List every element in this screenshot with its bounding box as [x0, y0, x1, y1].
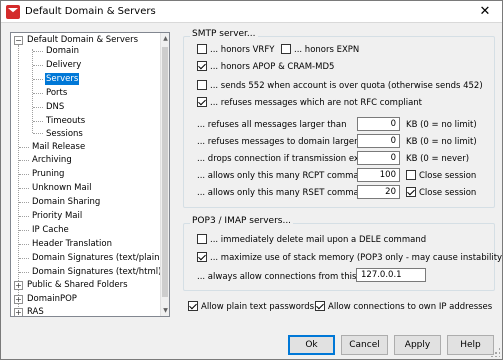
tree-item-delivery[interactable]: Delivery — [45, 59, 82, 71]
rset-close-session-label: Close session — [419, 188, 477, 198]
tree-item-timeouts[interactable]: Timeouts — [45, 115, 86, 127]
title-bar: Default Domain & Servers ✕ — [1, 1, 502, 23]
tree-item-mail-release[interactable]: Mail Release — [31, 141, 86, 153]
tree-item-ras[interactable]: RAS — [26, 306, 45, 316]
refuse-larger-input[interactable]: 0 — [357, 117, 400, 131]
drops-connection-label: ... drops connection if transmission exc… — [197, 154, 384, 164]
checkbox-box[interactable] — [188, 301, 198, 311]
rset-close-session-checkbox[interactable]: Close session — [406, 187, 476, 199]
apply-button[interactable]: Apply — [394, 335, 441, 355]
checkbox-box[interactable] — [197, 252, 207, 262]
rcpt-commands-input[interactable]: 100 — [357, 168, 400, 182]
tree-item-ports[interactable]: Ports — [45, 87, 68, 99]
scroll-down-icon[interactable]: ▼ — [161, 305, 169, 316]
tree-item-sessions[interactable]: Sessions — [45, 128, 84, 140]
tree-item-archiving[interactable]: Archiving — [31, 154, 73, 166]
pop-group-title: POP3 / IMAP servers... — [190, 216, 294, 226]
drops-connection-unit: KB (0 = never) — [406, 154, 470, 164]
tree-item-pruning[interactable]: Pruning — [31, 168, 65, 180]
own-ip-checkbox[interactable]: Allow connections to own IP addresses — [315, 301, 492, 313]
settings-tree[interactable]: − Default Domain & Servers Domain Delive… — [10, 32, 170, 317]
tree-item-domainpop[interactable]: DomainPOP — [26, 293, 78, 305]
refuse-larger-label: ... refuses all messages larger than — [197, 120, 347, 130]
checkbox-box[interactable] — [406, 170, 416, 180]
delete-dele-label: ... immediately delete mail upon a DELE … — [210, 235, 427, 245]
honors-expn-checkbox[interactable]: ... honors EXPN — [281, 44, 359, 56]
tree-item-priority-mail[interactable]: Priority Mail — [31, 210, 83, 222]
sends-552-checkbox[interactable]: ... sends 552 when account is over quota… — [197, 80, 483, 92]
expand-icon[interactable]: + — [14, 308, 23, 316]
honors-vrfy-label: ... honors VRFY — [210, 45, 275, 55]
cancel-button[interactable]: Cancel — [341, 335, 388, 355]
stack-memory-checkbox[interactable]: ... maximize use of stack memory (POP3 o… — [197, 252, 503, 264]
refuse-domain-larger-label: ... refuses messages to domain larger th… — [197, 137, 380, 147]
stack-memory-label: ... maximize use of stack memory (POP3 o… — [210, 253, 503, 263]
refuses-rfc-label: ... refuses messages which are not RFC c… — [210, 98, 423, 108]
tree-item-servers[interactable]: Servers — [45, 73, 80, 85]
tree-item-domain-signatures-plain[interactable]: Domain Signatures (text/plain) — [31, 252, 164, 264]
tree-item-header-translation[interactable]: Header Translation — [31, 238, 113, 250]
tree-item-default-domain[interactable]: Default Domain & Servers — [26, 34, 139, 46]
tree-item-domain[interactable]: Domain — [45, 45, 80, 57]
refuse-domain-larger-unit: KB (0 = no limit) — [406, 137, 477, 147]
rcpt-close-session-label: Close session — [419, 171, 477, 181]
expand-icon[interactable]: + — [14, 281, 23, 290]
smtp-group-title: SMTP server... — [190, 29, 258, 39]
honors-expn-label: ... honors EXPN — [294, 45, 360, 55]
collapse-icon[interactable]: − — [14, 36, 23, 45]
delete-dele-checkbox[interactable]: ... immediately delete mail upon a DELE … — [197, 234, 426, 246]
scroll-up-icon[interactable]: ▲ — [161, 33, 169, 44]
checkbox-box[interactable] — [315, 301, 325, 311]
rcpt-close-session-checkbox[interactable]: Close session — [406, 170, 476, 182]
drops-connection-input[interactable]: 0 — [357, 151, 400, 165]
own-ip-label: Allow connections to own IP addresses — [328, 302, 493, 312]
always-allow-label: ... always allow connections from this I… — [197, 272, 367, 282]
tree-scrollbar[interactable]: ▲ ▼ — [160, 33, 169, 316]
refuse-domain-larger-input[interactable]: 0 — [357, 134, 400, 148]
always-allow-ip-input[interactable]: 127.0.0.1 — [356, 268, 426, 282]
tree-item-domain-signatures-html[interactable]: Domain Signatures (text/html) — [31, 266, 162, 278]
checkbox-box[interactable] — [197, 234, 207, 244]
ok-button[interactable]: Ok — [288, 335, 335, 355]
rset-commands-label: ... allows only this many RSET commands — [197, 188, 374, 198]
dialog-window: Default Domain & Servers ✕ − Default Dom… — [0, 0, 503, 360]
checkbox-box[interactable] — [197, 97, 207, 107]
tree-item-domain-sharing[interactable]: Domain Sharing — [31, 196, 101, 208]
honors-vrfy-checkbox[interactable]: ... honors VRFY — [197, 44, 274, 56]
honors-apop-label: ... honors APOP & CRAM-MD5 — [210, 62, 335, 72]
tree-item-dns[interactable]: DNS — [45, 101, 65, 113]
rcpt-commands-label: ... allows only this many RCPT commands — [197, 171, 374, 181]
rset-commands-input[interactable]: 20 — [357, 185, 400, 199]
checkbox-box[interactable] — [406, 187, 416, 197]
expand-icon[interactable]: + — [14, 295, 23, 304]
honors-apop-checkbox[interactable]: ... honors APOP & CRAM-MD5 — [197, 61, 334, 73]
checkbox-box[interactable] — [197, 44, 207, 54]
mdaemon-app-icon — [6, 5, 20, 19]
checkbox-box[interactable] — [197, 80, 207, 90]
checkbox-box[interactable] — [197, 61, 207, 71]
refuse-larger-unit: KB (0 = no limit) — [406, 120, 477, 130]
plain-text-passwords-label: Allow plain text passwords — [201, 302, 315, 312]
checkbox-box[interactable] — [281, 44, 291, 54]
tree-item-unknown-mail[interactable]: Unknown Mail — [31, 182, 92, 194]
tree-item-ip-cache[interactable]: IP Cache — [31, 224, 70, 236]
plain-text-passwords-checkbox[interactable]: Allow plain text passwords — [188, 301, 314, 313]
refuses-rfc-checkbox[interactable]: ... refuses messages which are not RFC c… — [197, 97, 422, 109]
help-button[interactable]: Help — [447, 335, 494, 355]
scroll-thumb[interactable] — [162, 47, 168, 297]
tree-item-public-shared-folders[interactable]: Public & Shared Folders — [26, 279, 129, 291]
sends-552-label: ... sends 552 when account is over quota… — [210, 81, 483, 91]
close-icon[interactable]: ✕ — [472, 3, 498, 21]
window-title: Default Domain & Servers — [25, 6, 156, 17]
